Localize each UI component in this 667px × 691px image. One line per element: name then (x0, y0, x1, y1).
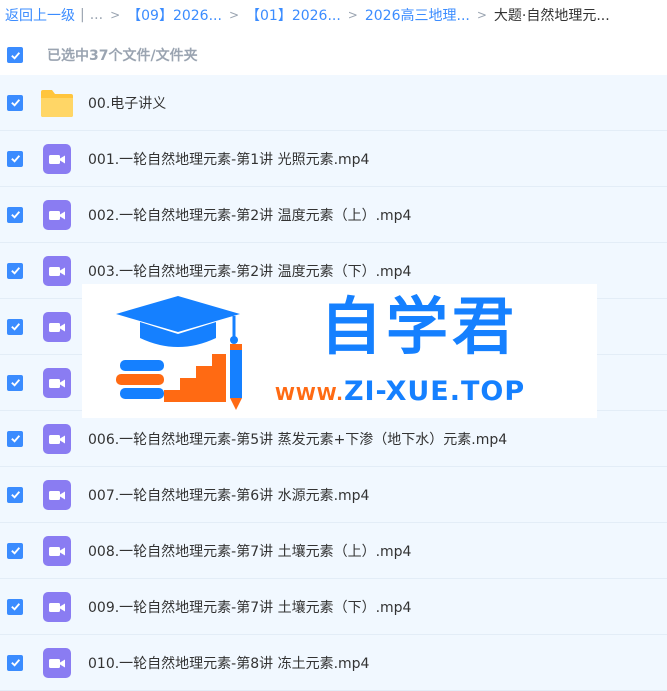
file-checkbox[interactable] (7, 598, 23, 615)
file-row[interactable]: 007.一轮自然地理元素-第6讲 水源元素.mp4 (0, 467, 667, 523)
watermark-url-main: ZI-XUE.TOP (343, 376, 526, 407)
file-checkbox[interactable] (7, 150, 23, 167)
video-icon (43, 647, 71, 678)
chevron-right-icon: > (476, 8, 487, 22)
file-row[interactable]: 009.一轮自然地理元素-第7讲 土壤元素（下）.mp4 (0, 579, 667, 635)
breadcrumb-current: 大题·自然地理元... (493, 8, 610, 24)
file-row[interactable]: 008.一轮自然地理元素-第7讲 土壤元素（上）.mp4 (0, 523, 667, 579)
check-icon (10, 379, 20, 387)
file-name[interactable]: 006.一轮自然地理元素-第5讲 蒸发元素+下渗（地下水）元素.mp4 (88, 429, 507, 449)
file-name[interactable]: 007.一轮自然地理元素-第6讲 水源元素.mp4 (88, 485, 369, 505)
file-name[interactable]: 003.一轮自然地理元素-第2讲 温度元素（下）.mp4 (88, 261, 411, 281)
back-link[interactable]: 返回上一级 (5, 5, 75, 25)
check-icon (10, 99, 20, 107)
check-icon (10, 603, 20, 611)
file-checkbox[interactable] (7, 94, 23, 111)
chevron-right-icon: > (110, 8, 121, 22)
watermark-brand: 自学君 (320, 290, 519, 363)
file-checkbox[interactable] (7, 542, 23, 559)
file-checkbox[interactable] (7, 374, 23, 391)
check-icon (10, 51, 20, 60)
breadcrumb-item[interactable]: 【01】2026... (246, 5, 341, 25)
file-name[interactable]: 00.电子讲义 (88, 93, 166, 113)
file-name[interactable]: 008.一轮自然地理元素-第7讲 土壤元素（上）.mp4 (88, 541, 411, 561)
video-icon (43, 591, 71, 622)
selection-bar: 已选中37个文件/文件夹 (0, 38, 667, 72)
file-checkbox[interactable] (7, 318, 23, 335)
file-name[interactable]: 010.一轮自然地理元素-第8讲 冻土元素.mp4 (88, 653, 369, 673)
file-checkbox[interactable] (7, 206, 23, 223)
video-icon (43, 367, 71, 398)
file-name[interactable]: 009.一轮自然地理元素-第7讲 土壤元素（下）.mp4 (88, 597, 411, 617)
watermark-url: WWW.ZI-XUE.TOP (275, 378, 525, 405)
check-icon (10, 211, 20, 219)
chevron-right-icon: > (228, 8, 239, 22)
check-icon (10, 547, 20, 555)
video-icon (43, 199, 71, 230)
breadcrumb-item[interactable]: 【09】2026... (127, 5, 222, 25)
check-icon (10, 267, 20, 275)
breadcrumb: 返回上一级 | ... > 【09】2026... > 【01】2026... … (0, 0, 667, 30)
watermark-url-prefix: WWW. (275, 384, 344, 405)
file-row[interactable]: 001.一轮自然地理元素-第1讲 光照元素.mp4 (0, 131, 667, 187)
file-checkbox[interactable] (7, 430, 23, 447)
video-icon (43, 535, 71, 566)
breadcrumb-item[interactable]: 2026高三地理... (365, 5, 470, 25)
file-checkbox[interactable] (7, 262, 23, 279)
file-row[interactable]: 00.电子讲义 (0, 75, 667, 131)
breadcrumb-ellipsis[interactable]: ... (90, 7, 103, 23)
file-name[interactable]: 002.一轮自然地理元素-第2讲 温度元素（上）.mp4 (88, 205, 411, 225)
check-icon (10, 659, 20, 667)
video-icon (43, 143, 71, 174)
check-icon (10, 323, 20, 331)
video-icon (43, 311, 71, 342)
file-row[interactable]: 002.一轮自然地理元素-第2讲 温度元素（上）.mp4 (0, 187, 667, 243)
file-row[interactable]: 006.一轮自然地理元素-第5讲 蒸发元素+下渗（地下水）元素.mp4 (0, 411, 667, 467)
file-checkbox[interactable] (7, 654, 23, 671)
check-icon (10, 435, 20, 443)
video-icon (43, 423, 71, 454)
breadcrumb-divider: | (80, 7, 85, 23)
logo-icon (116, 296, 242, 410)
folder-icon (41, 89, 73, 117)
check-icon (10, 491, 20, 499)
video-icon (43, 255, 71, 286)
file-name[interactable]: 001.一轮自然地理元素-第1讲 光照元素.mp4 (88, 149, 369, 169)
watermark: 自学君 WWW.ZI-XUE.TOP (82, 284, 597, 418)
file-checkbox[interactable] (7, 486, 23, 503)
select-all-checkbox[interactable] (7, 47, 23, 63)
check-icon (10, 155, 20, 163)
selection-count: 已选中37个文件/文件夹 (47, 48, 198, 64)
chevron-right-icon: > (347, 8, 358, 22)
video-icon (43, 479, 71, 510)
